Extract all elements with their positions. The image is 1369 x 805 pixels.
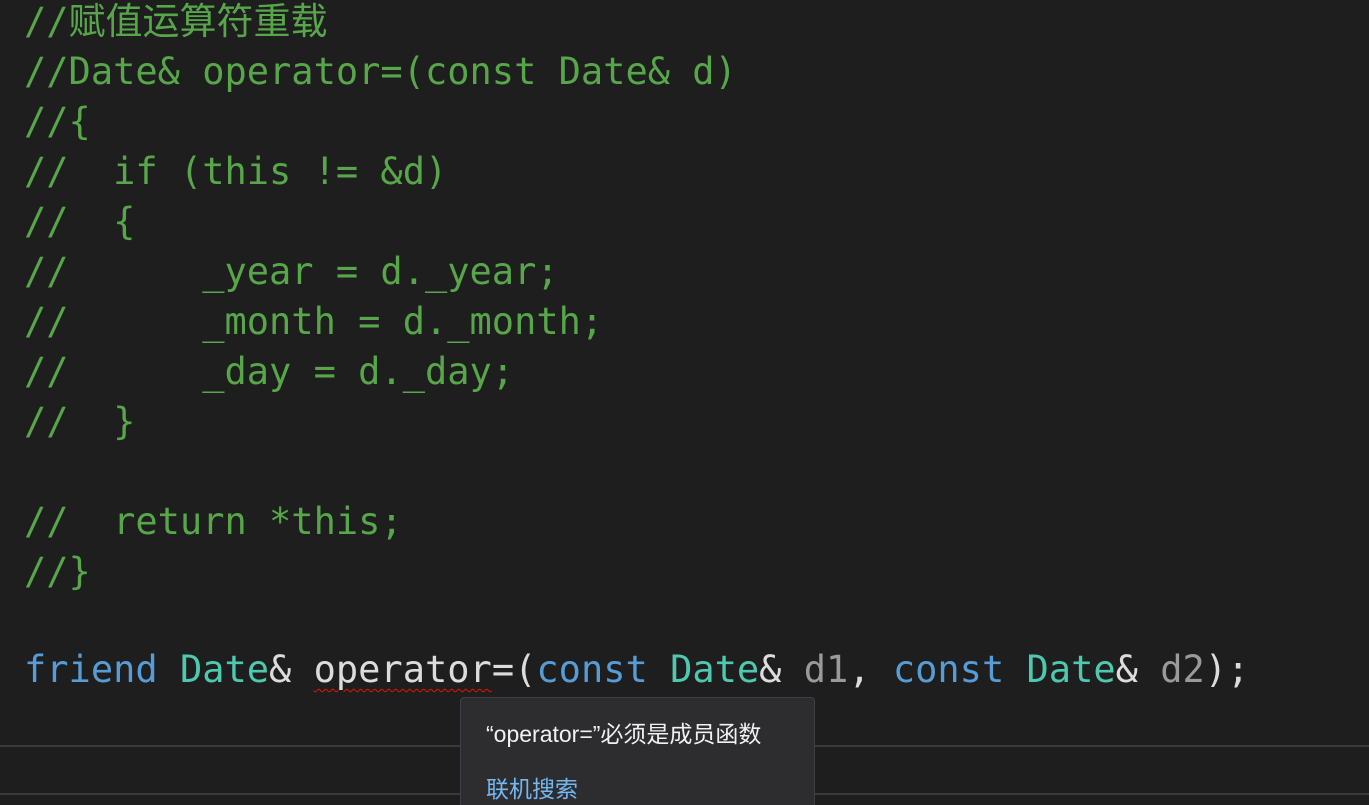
error-message: “operator=”必须是成员函数 xyxy=(486,721,762,747)
code-line-comment: // { xyxy=(24,200,136,243)
code-line-comment: //Date& operator=(const Date& d) xyxy=(24,50,737,93)
type-date: Date xyxy=(1026,648,1116,691)
code-line-comment: //} xyxy=(24,550,91,593)
keyword-const: const xyxy=(892,648,1005,691)
ampersand: & xyxy=(1115,648,1161,691)
code-line-comment: // _day = d._day; xyxy=(24,350,515,393)
operator-symbol: =( xyxy=(491,648,537,691)
function-name-error[interactable]: operator xyxy=(314,648,492,691)
code-line-comment: // _month = d._month; xyxy=(24,300,604,343)
keyword-const: const xyxy=(536,648,648,691)
type-date: Date xyxy=(670,648,760,691)
type-date: Date xyxy=(179,648,270,691)
code-line-comment: // return *this; xyxy=(24,500,403,543)
parameter-d2: d2 xyxy=(1160,648,1205,691)
code-line-comment: //赋值运算符重载 xyxy=(24,0,328,43)
closing-paren: ); xyxy=(1204,648,1250,691)
parameter-d1: d1 xyxy=(803,648,849,691)
code-line-comment: // } xyxy=(24,400,136,443)
ampersand: & xyxy=(759,648,804,691)
error-tooltip: “operator=”必须是成员函数 联机搜索 xyxy=(460,697,815,805)
code-line-comment: // if (this != &d) xyxy=(24,150,448,193)
code-line-comment: // _year = d._year; xyxy=(24,250,559,293)
comma: , xyxy=(848,648,893,691)
keyword-friend: friend xyxy=(24,648,158,691)
ampersand: & xyxy=(269,648,314,691)
search-online-link[interactable]: 联机搜索 xyxy=(486,770,578,804)
code-line-comment: //{ xyxy=(24,100,91,143)
code-line-friend-declaration: friend Date& operator=(const Date& d1, c… xyxy=(24,645,1249,695)
code-editor[interactable]: //赋值运算符重载 //Date& operator=(const Date& … xyxy=(0,0,1369,805)
